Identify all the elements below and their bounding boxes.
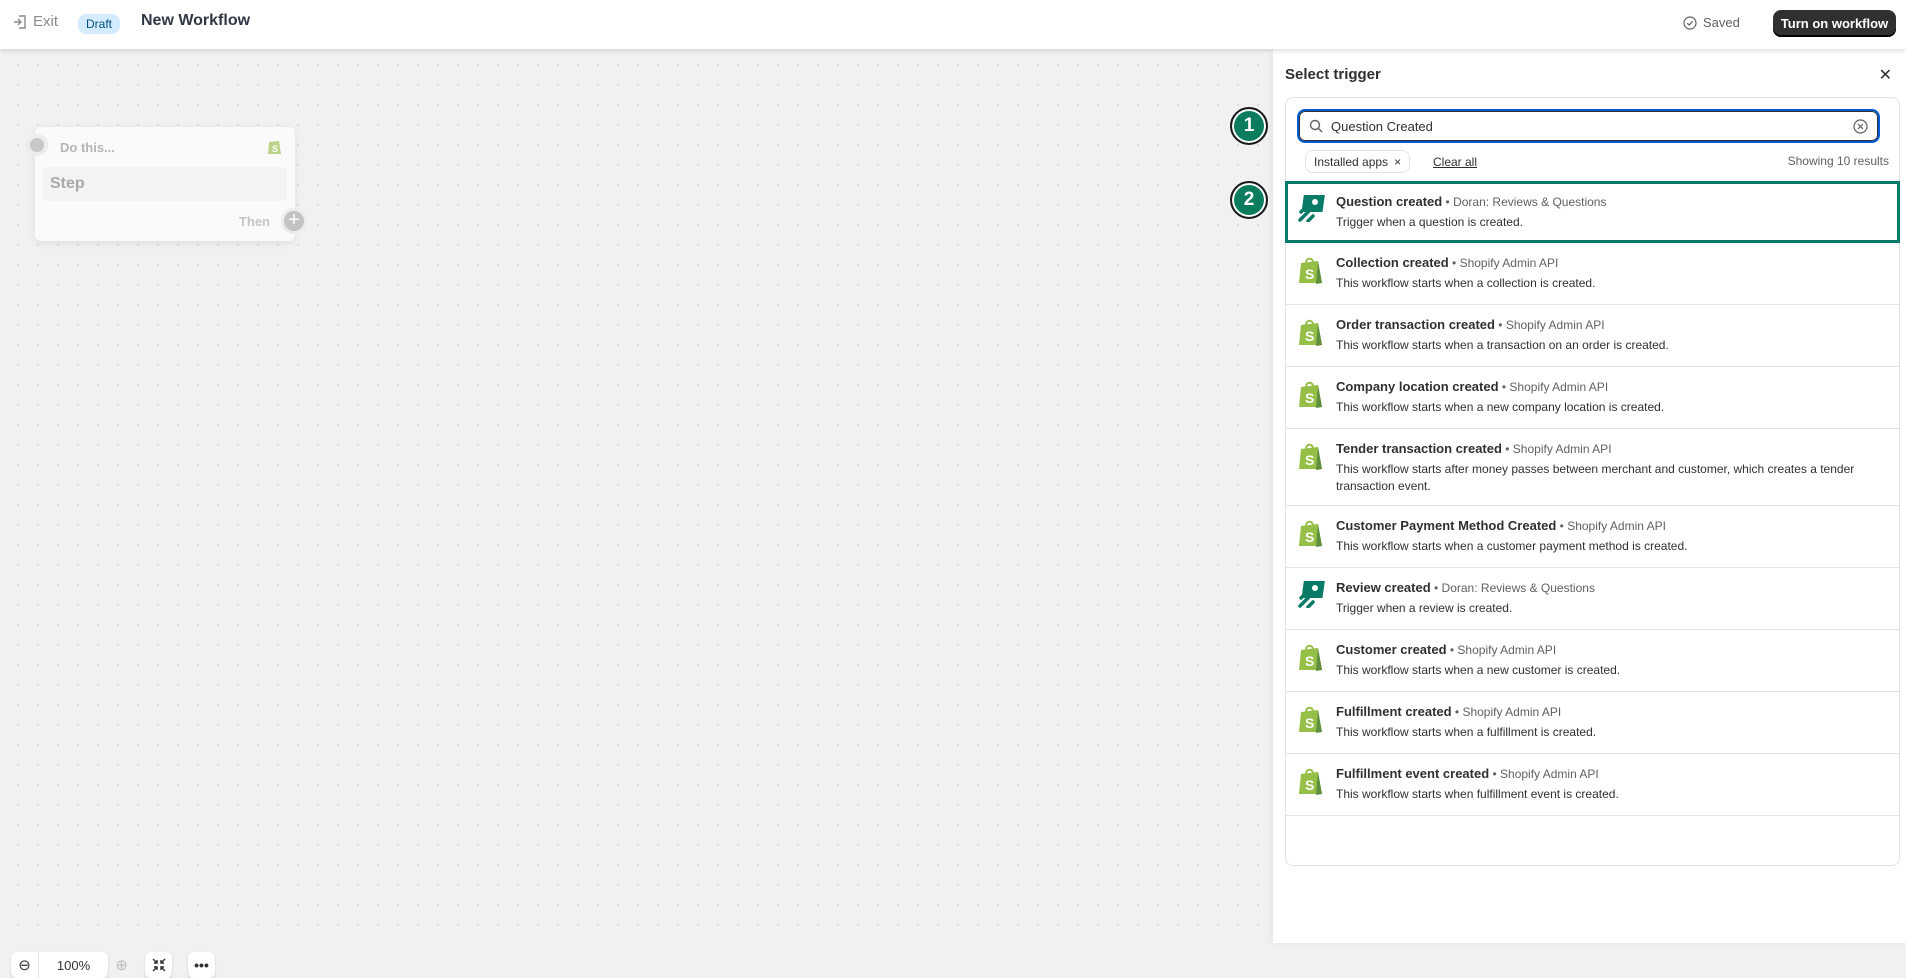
zoom-out-button[interactable]: ⊖ bbox=[11, 952, 38, 978]
step-placeholder[interactable]: Step bbox=[43, 167, 287, 201]
trigger-name: Customer created bbox=[1336, 642, 1447, 657]
svg-text:S: S bbox=[1305, 777, 1314, 793]
saved-status: Saved bbox=[1683, 15, 1740, 30]
trigger-source: Shopify Admin API bbox=[1512, 442, 1612, 456]
exit-icon bbox=[14, 14, 26, 29]
trigger-option[interactable]: S Order transaction created • Shopify Ad… bbox=[1286, 305, 1899, 367]
trigger-option[interactable]: S Tender transaction created • Shopify A… bbox=[1286, 429, 1899, 506]
trigger-source: Shopify Admin API bbox=[1459, 256, 1559, 270]
svg-text:S: S bbox=[1305, 390, 1314, 406]
trigger-description: This workflow starts when fulfillment ev… bbox=[1336, 787, 1619, 801]
exit-button[interactable]: Exit bbox=[13, 13, 58, 30]
node-header: Do this... bbox=[60, 140, 115, 155]
trigger-description: Trigger when a review is created. bbox=[1336, 601, 1513, 615]
trigger-name: Question created bbox=[1336, 194, 1443, 209]
search-icon bbox=[1309, 119, 1323, 133]
trigger-option[interactable]: S Customer Payment Method Created • Shop… bbox=[1286, 506, 1899, 568]
page-title: New Workflow bbox=[141, 12, 251, 29]
svg-text:S: S bbox=[1305, 328, 1314, 344]
zoom-in-button[interactable]: ⊕ bbox=[108, 956, 135, 974]
search-input[interactable] bbox=[1331, 118, 1845, 134]
trigger-description: This workflow starts when a collection i… bbox=[1336, 276, 1596, 290]
trigger-option[interactable]: S Fulfillment created • Shopify Admin AP… bbox=[1286, 692, 1899, 754]
trigger-source: Shopify Admin API bbox=[1462, 705, 1562, 719]
trigger-source: Shopify Admin API bbox=[1500, 767, 1599, 781]
trigger-description: Trigger when a question is created. bbox=[1336, 215, 1523, 229]
trigger-source: Shopify Admin API bbox=[1505, 318, 1605, 332]
doran-icon bbox=[1298, 579, 1326, 619]
trigger-source: Doran: Reviews & Questions bbox=[1453, 195, 1607, 209]
collapse-arrows-icon bbox=[152, 958, 165, 972]
svg-text:S: S bbox=[1305, 715, 1314, 731]
trigger-source: Shopify Admin API bbox=[1457, 643, 1557, 657]
turn-on-workflow-button[interactable]: Turn on workflow bbox=[1773, 10, 1896, 37]
trigger-description: This workflow starts when a customer pay… bbox=[1336, 539, 1688, 553]
shopify-icon: S bbox=[1298, 378, 1326, 418]
filter-chip-installed-apps[interactable]: Installed apps × bbox=[1305, 150, 1411, 173]
node-connector[interactable] bbox=[26, 134, 48, 156]
exit-label: Exit bbox=[33, 13, 59, 30]
trigger-description: This workflow starts when a fulfillment … bbox=[1336, 725, 1597, 739]
trigger-description: This workflow starts when a new customer… bbox=[1336, 663, 1621, 677]
remove-filter-icon[interactable]: × bbox=[1394, 155, 1401, 169]
search-field[interactable] bbox=[1297, 109, 1880, 143]
filter-chip-label: Installed apps bbox=[1314, 155, 1389, 169]
trigger-name: Order transaction created bbox=[1336, 317, 1495, 332]
shopify-icon: S bbox=[1298, 440, 1326, 495]
shopify-icon: S bbox=[268, 141, 281, 154]
trigger-description: This workflow starts after money passes … bbox=[1336, 462, 1855, 493]
trigger-description: This workflow starts when a transaction … bbox=[1336, 338, 1669, 352]
shopify-icon: S bbox=[1298, 703, 1326, 743]
trigger-option[interactable]: S Customer created • Shopify Admin API T… bbox=[1286, 630, 1899, 692]
workflow-canvas[interactable]: Do this... S Step Then + ⊖ 100% ⊕ ••• bbox=[0, 49, 1273, 978]
trigger-name: Review created bbox=[1336, 580, 1431, 595]
trigger-source: Shopify Admin API bbox=[1567, 519, 1666, 533]
step-marker-2: 2 bbox=[1230, 181, 1268, 219]
zoom-level: 100% bbox=[38, 952, 108, 978]
doran-icon bbox=[1298, 193, 1326, 231]
trigger-source: Doran: Reviews & Questions bbox=[1441, 581, 1595, 595]
trigger-name: Company location created bbox=[1336, 379, 1499, 394]
workflow-step-node[interactable]: Do this... S Step Then + bbox=[26, 127, 307, 241]
shopify-icon: S bbox=[1298, 254, 1326, 294]
trigger-name: Customer Payment Method Created bbox=[1336, 518, 1557, 533]
shopify-icon: S bbox=[1298, 641, 1326, 681]
trigger-option[interactable]: Question created • Doran: Reviews & Ques… bbox=[1285, 181, 1900, 243]
trigger-name: Tender transaction created bbox=[1336, 441, 1502, 456]
shopify-icon: S bbox=[1298, 517, 1326, 557]
svg-text:S: S bbox=[272, 144, 278, 154]
trigger-description: This workflow starts when a new company … bbox=[1336, 400, 1665, 414]
shopify-icon: S bbox=[1298, 316, 1326, 356]
status-badge: Draft bbox=[78, 14, 121, 34]
step-marker-1: 1 bbox=[1230, 107, 1268, 145]
fit-view-button[interactable] bbox=[145, 952, 172, 978]
trigger-name: Fulfillment created bbox=[1336, 704, 1452, 719]
top-bar: Exit Draft New Workflow Saved Turn on wo… bbox=[0, 0, 1906, 49]
results-count: Showing 10 results bbox=[1787, 154, 1889, 168]
svg-text:S: S bbox=[1305, 529, 1314, 545]
more-options-button[interactable]: ••• bbox=[188, 952, 215, 978]
svg-text:S: S bbox=[1305, 452, 1314, 468]
zoom-controls: ⊖ 100% ⊕ ••• bbox=[11, 952, 215, 978]
trigger-option[interactable]: S Company location created • Shopify Adm… bbox=[1286, 367, 1899, 429]
saved-label: Saved bbox=[1703, 15, 1740, 30]
add-step-button[interactable]: + bbox=[281, 208, 307, 234]
panel-title: Select trigger bbox=[1285, 66, 1381, 83]
trigger-name: Collection created bbox=[1336, 255, 1449, 270]
shopify-icon: S bbox=[1298, 765, 1326, 805]
svg-text:S: S bbox=[1305, 653, 1314, 669]
trigger-option[interactable]: Review created • Doran: Reviews & Questi… bbox=[1286, 568, 1899, 630]
trigger-source: Shopify Admin API bbox=[1509, 380, 1609, 394]
trigger-option[interactable]: S Fulfillment event created • Shopify Ad… bbox=[1286, 754, 1899, 816]
clear-all-link[interactable]: Clear all bbox=[1433, 155, 1477, 169]
trigger-name: Fulfillment event created bbox=[1336, 766, 1490, 781]
results-list: Question created • Doran: Reviews & Ques… bbox=[1285, 181, 1900, 816]
clear-search-icon[interactable] bbox=[1853, 118, 1868, 134]
trigger-option[interactable]: S Collection created • Shopify Admin API… bbox=[1286, 243, 1899, 305]
svg-text:S: S bbox=[1305, 266, 1314, 282]
select-trigger-panel: Select trigger ✕ Installed apps × Clear … bbox=[1273, 49, 1906, 943]
close-icon[interactable]: ✕ bbox=[1879, 65, 1892, 85]
then-label: Then bbox=[238, 214, 270, 229]
check-circle-icon bbox=[1683, 15, 1697, 30]
